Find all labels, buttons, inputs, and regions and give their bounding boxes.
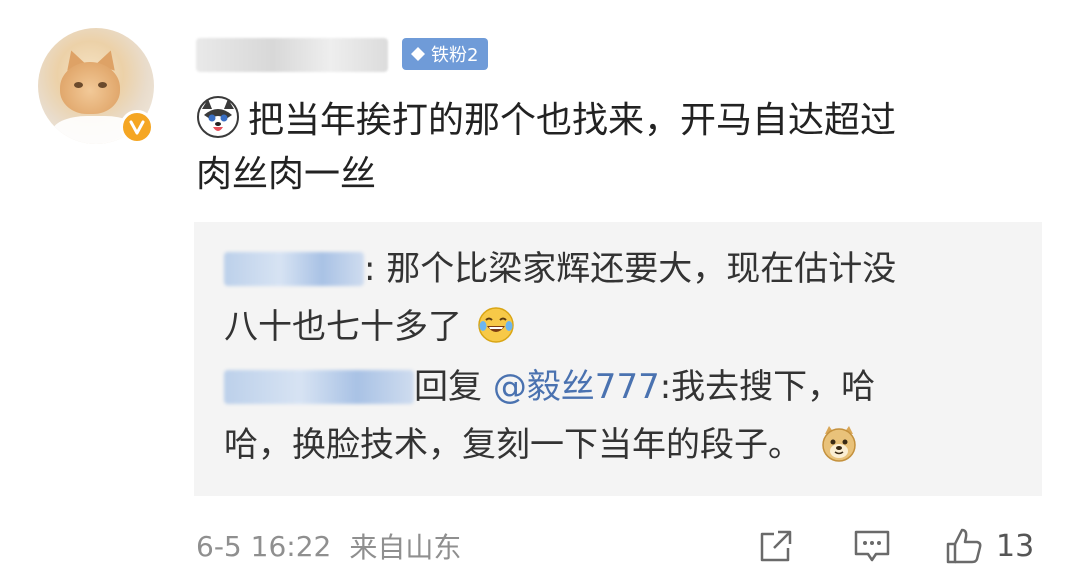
post-source: 来自山东: [349, 531, 462, 564]
post-text-line1: 把当年挨打的那个也找来，开马自达超过: [248, 100, 897, 141]
cat-eye-left: [74, 82, 83, 88]
comment-icon: [854, 530, 890, 562]
reply-author-redacted[interactable]: [224, 370, 414, 404]
fan-badge[interactable]: 铁粉2: [402, 38, 489, 70]
reply-author-redacted[interactable]: [224, 252, 364, 286]
comment-button[interactable]: [852, 522, 892, 570]
reply-item[interactable]: : 那个比梁家辉还要大，现在估计没 八十也七十多了: [224, 240, 1004, 356]
thumbs-up-icon: [946, 528, 982, 564]
reply-text-line2: 八十也七十多了: [224, 307, 462, 347]
reply-text-line1: 那个比梁家辉还要大，现在估计没: [386, 249, 897, 289]
fan-badge-label: 铁粉2: [431, 45, 479, 66]
post-text: 把当年挨打的那个也找来，开马自达超过 肉丝肉一丝: [196, 94, 1036, 202]
husky-emoji-icon: [197, 96, 239, 138]
share-button[interactable]: [756, 522, 796, 570]
mention-link[interactable]: @毅丝777: [493, 367, 660, 407]
like-count: 13: [996, 528, 1035, 564]
username-redacted[interactable]: [196, 38, 388, 72]
laugh-cry-emoji-icon: [478, 307, 514, 343]
reply-text-line1: :我去搜下，哈: [659, 367, 876, 407]
like-button[interactable]: 13: [944, 522, 1034, 570]
reply-sep: :: [364, 249, 387, 289]
reply-text-line2: 哈，换脸技术，复刻一下当年的段子。: [224, 425, 802, 465]
doge-emoji-icon: [822, 426, 856, 462]
reply-word: 回复: [414, 367, 482, 407]
reply-box[interactable]: : 那个比梁家辉还要大，现在估计没 八十也七十多了 回复 @毅丝777:我去搜下…: [194, 222, 1042, 496]
cat-eye-right: [98, 82, 107, 88]
share-icon: [760, 530, 792, 562]
diamond-icon: [411, 47, 425, 61]
verified-v-icon: [120, 110, 154, 144]
post-time: 6-5 16:22: [196, 529, 332, 563]
reply-item[interactable]: 回复 @毅丝777:我去搜下，哈 哈，换脸技术，复刻一下当年的段子。: [224, 358, 1004, 474]
post-text-line2: 肉丝肉一丝: [196, 154, 377, 195]
cat-head: [60, 62, 120, 114]
post-meta: 6-5 16:22 来自山东: [196, 524, 461, 568]
